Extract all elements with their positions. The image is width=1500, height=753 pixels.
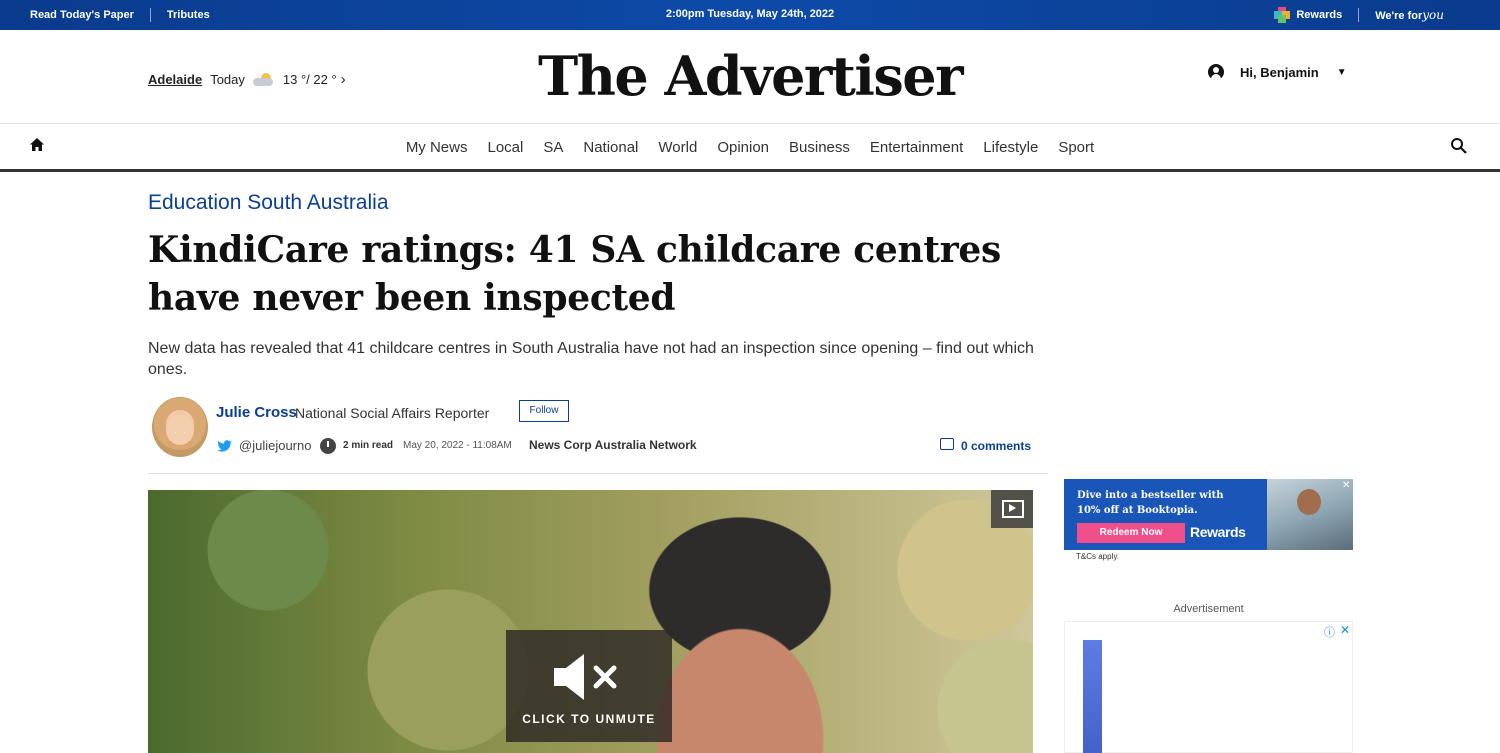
nav-item-lifestyle[interactable]: Lifestyle: [983, 139, 1038, 156]
user-account-icon: [1208, 64, 1224, 80]
nav-item-sport[interactable]: Sport: [1058, 139, 1094, 156]
caret-down-icon[interactable]: ▼: [1337, 67, 1347, 78]
ad-creative[interactable]: [1083, 640, 1102, 753]
unmute-button[interactable]: CLICK TO UNMUTE: [506, 630, 672, 742]
nav-item-world[interactable]: World: [658, 139, 697, 156]
promo-reader-image: [1267, 479, 1353, 550]
author-twitter-handle[interactable]: @juliejourno: [239, 438, 311, 453]
nav-item-my-news[interactable]: My News: [406, 139, 468, 156]
nav-items: My News Local SA National World Opinion …: [0, 139, 1500, 156]
clock-icon: [320, 438, 336, 454]
main-navigation: My News Local SA National World Opinion …: [0, 124, 1500, 172]
were-for-text: We're for: [1375, 10, 1423, 22]
promo-rewards-logo: Rewards: [1190, 524, 1246, 540]
nav-item-business[interactable]: Business: [789, 139, 850, 156]
rewards-icon: [1274, 7, 1291, 23]
promo-terms: T&Cs apply.: [1076, 552, 1119, 561]
follow-button[interactable]: Follow: [519, 400, 569, 422]
you-text: you: [1422, 8, 1444, 22]
redeem-now-button[interactable]: Redeem Now: [1077, 523, 1185, 543]
topbar-divider: [149, 8, 151, 22]
nav-item-opinion[interactable]: Opinion: [717, 139, 769, 156]
read-todays-paper-link[interactable]: Read Today's Paper: [30, 9, 134, 21]
nav-item-sa[interactable]: SA: [543, 139, 563, 156]
ad-info-icon[interactable]: ⓘ: [1324, 624, 1335, 640]
comment-icon[interactable]: [940, 438, 954, 450]
muted-speaker-icon: [554, 654, 617, 700]
ad-close-icon[interactable]: ✕: [1340, 623, 1350, 637]
article-headline: KindiCare ratings: 41 SA childcare centr…: [148, 229, 1001, 319]
promo-line-1: Dive into a bestseller with: [1077, 490, 1224, 501]
nav-item-local[interactable]: Local: [487, 139, 523, 156]
read-time: 2 min read: [343, 440, 394, 451]
article-category-link[interactable]: Education South Australia: [148, 191, 389, 215]
topbar-divider: [1358, 8, 1360, 22]
twitter-icon[interactable]: [216, 438, 232, 454]
close-icon[interactable]: ✕: [1342, 480, 1350, 491]
publisher-network: News Corp Australia Network: [529, 438, 697, 452]
author-role: National Social Affairs Reporter: [295, 405, 490, 421]
user-menu[interactable]: Hi, Benjamin ▼: [1208, 64, 1347, 80]
comments-link[interactable]: 0 comments: [961, 439, 1031, 453]
topbar-right-links: Rewards We're foryou: [1274, 7, 1444, 23]
search-icon[interactable]: [1450, 137, 1468, 155]
masthead: Adelaide Today 13 °/ 22 ° › The Advertis…: [0, 30, 1500, 124]
promo-text: Dive into a bestseller with 10% off at B…: [1077, 488, 1224, 518]
topbar-left-links: Read Today's Paper Tributes: [30, 8, 210, 22]
booktopia-promo-banner[interactable]: Dive into a bestseller with 10% off at B…: [1064, 479, 1353, 550]
were-for-you-logo[interactable]: We're foryou: [1375, 8, 1444, 22]
article-byline: Julie Cross National Social Affairs Repo…: [148, 396, 1048, 474]
user-greeting[interactable]: Hi, Benjamin: [1240, 65, 1319, 80]
rewards-link[interactable]: Rewards: [1296, 9, 1342, 21]
promo-line-2: 10% off at Booktopia.: [1077, 505, 1198, 516]
unmute-label: CLICK TO UNMUTE: [522, 712, 656, 726]
playlist-icon[interactable]: [991, 490, 1033, 528]
hero-video-player[interactable]: CLICK TO UNMUTE: [148, 490, 1033, 753]
nav-item-national[interactable]: National: [583, 139, 638, 156]
advertisement-slot[interactable]: ⓘ ✕: [1064, 621, 1353, 753]
article-standfirst: New data has revealed that 41 childcare …: [148, 340, 1034, 378]
author-avatar[interactable]: [152, 397, 208, 457]
advertisement-label: Advertisement: [1173, 603, 1244, 615]
nav-item-entertainment[interactable]: Entertainment: [870, 139, 963, 156]
top-utility-bar: Read Today's Paper Tributes 2:00pm Tuesd…: [0, 0, 1500, 30]
tributes-link[interactable]: Tributes: [167, 9, 210, 21]
publish-date: May 20, 2022 - 11:08AM: [403, 440, 512, 451]
author-name-link[interactable]: Julie Cross: [216, 404, 297, 421]
